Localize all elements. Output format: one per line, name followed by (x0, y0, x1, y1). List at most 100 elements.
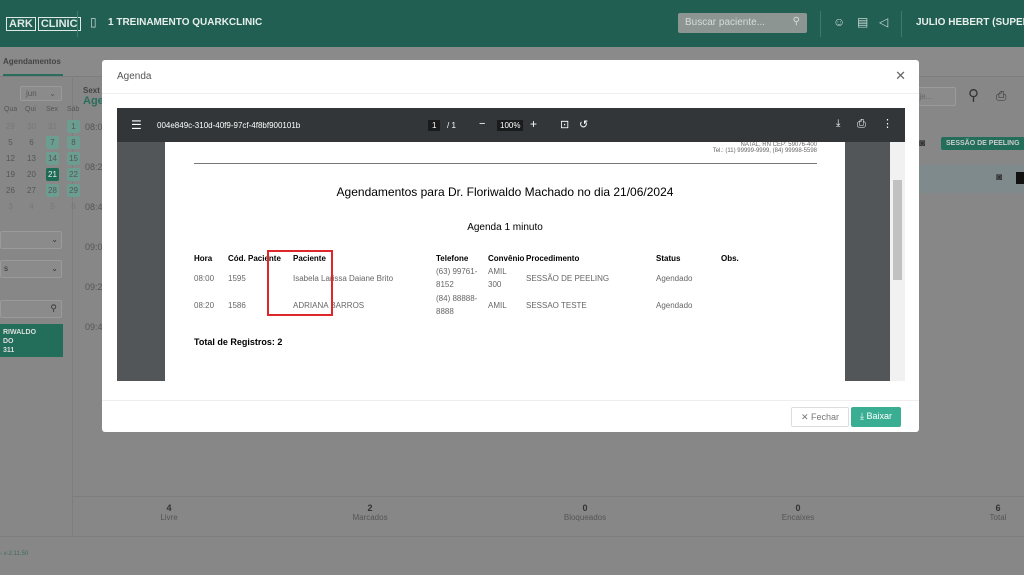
patient-search-input[interactable]: Buscar paciente... ⚲ (678, 13, 807, 33)
calendar-day[interactable]: 29 (67, 184, 80, 197)
zoom-out-button[interactable]: − (479, 118, 485, 130)
pdf-scrollbar[interactable] (890, 142, 905, 381)
scroll-thumb[interactable] (893, 180, 902, 280)
filter-select-2[interactable]: s ⌄ (0, 260, 62, 278)
calendar-day[interactable]: 8 (67, 136, 80, 149)
cell-telefone-2: 8888 (436, 307, 454, 316)
cell-hora: 08:00 (194, 274, 215, 283)
page-number-input[interactable]: 1 (428, 120, 441, 131)
pdf-viewer: ☰ 004e849c-310d-40f9-97cf-4f8bf900101b 1… (117, 108, 905, 381)
stat-label: Marcados (352, 513, 388, 522)
time-slot: 09:4 (85, 322, 103, 332)
calendar-day[interactable]: 13 (25, 152, 38, 165)
close-icon[interactable]: ✕ (895, 68, 906, 84)
calendar-day[interactable]: 5 (46, 200, 59, 213)
search-icon[interactable]: ⚲ (793, 16, 800, 27)
stat-label: Total (989, 513, 1007, 522)
more-options-icon[interactable]: ⋮ (882, 117, 893, 130)
stat-value: 2 (367, 503, 373, 513)
stat-label: Livre (160, 513, 178, 522)
zoom-level[interactable]: 100% (497, 120, 524, 131)
sidebar-search[interactable]: ⚲ (0, 300, 62, 318)
stat-value: 4 (166, 503, 172, 513)
user-menu[interactable]: JULIO HEBERT (SUPER US (916, 17, 1024, 28)
print-icon[interactable]: ⎙ (857, 118, 866, 131)
divider (820, 11, 821, 37)
weekday-label: Qua (4, 106, 18, 113)
rotate-icon[interactable]: ↺ (579, 118, 588, 131)
calendar-day[interactable]: 14 (46, 152, 59, 165)
calendar-day[interactable]: 26 (4, 184, 17, 197)
menu-icon[interactable]: ☰ (131, 118, 142, 132)
cell-telefone: (63) 99761- (436, 267, 478, 276)
download-icon[interactable]: ⤓ (836, 118, 840, 129)
column-header: Convênio (488, 254, 525, 263)
calendar-day[interactable]: 31 (46, 120, 59, 133)
stat-value: 0 (582, 503, 588, 513)
cell-codigo: 1595 (228, 274, 246, 283)
badge (1016, 172, 1024, 184)
filter-select-1[interactable]: ⌄ (0, 231, 62, 249)
cell-status: Agendado (656, 301, 693, 310)
calendar-day[interactable]: 1 (67, 120, 80, 133)
stat-livre: 4 Livre (129, 503, 209, 522)
calendar-day[interactable]: 21 (46, 168, 59, 181)
camera-icon[interactable]: ◙ (996, 172, 1002, 183)
stat-value: 6 (995, 503, 1001, 513)
logo[interactable]: ARK CLINIC (4, 13, 81, 34)
time-slot: 09:2 (85, 282, 103, 292)
clinic-name[interactable]: 1 TREINAMENTO QUARKCLINIC (108, 17, 262, 28)
megaphone-icon[interactable]: ◁ (879, 15, 888, 29)
page-total: / 1 (447, 121, 456, 130)
calendar-day[interactable]: 12 (4, 152, 17, 165)
search-icon[interactable]: ⚲ (968, 86, 979, 104)
calendar-day[interactable]: 7 (46, 136, 59, 149)
calendar-day[interactable]: 29 (4, 120, 17, 133)
clinic-address: NATAL, RN CEP: 59076-400 Tel.: (11) 99999… (712, 142, 817, 154)
divider (77, 11, 78, 37)
pdf-toolbar: ☰ 004e849c-310d-40f9-97cf-4f8bf900101b 1… (117, 108, 905, 142)
print-icon[interactable]: ⎙ (996, 88, 1006, 104)
calendar-day[interactable]: 27 (25, 184, 38, 197)
calendar-day[interactable]: 6 (25, 136, 38, 149)
tab-agendamentos[interactable]: Agendamentos (3, 57, 63, 76)
building-icon: ▯ (90, 15, 97, 29)
time-slot: 08:4 (85, 202, 103, 212)
calendar-day[interactable]: 28 (46, 184, 59, 197)
time-slot: 08:0 (85, 122, 103, 132)
download-button[interactable]: ⤓ Baixar (851, 407, 901, 427)
month-select[interactable]: jun ⌄ (20, 86, 62, 101)
calendar-day[interactable]: 6 (67, 200, 80, 213)
calendar-day[interactable]: 15 (67, 152, 80, 165)
top-header: ARK CLINIC ▯ 1 TREINAMENTO QUARKCLINIC Bu… (0, 0, 1024, 47)
calendar-day[interactable]: 22 (67, 168, 80, 181)
calendar-icon[interactable]: ▤ (857, 15, 868, 29)
agenda-title: Age (83, 95, 104, 107)
calendar-day[interactable]: 5 (4, 136, 17, 149)
cell-telefone-2: 8152 (436, 280, 454, 289)
appointment-row[interactable] (919, 165, 1024, 193)
doctor-card[interactable]: RIWALDO DO 311 (0, 324, 63, 357)
close-button[interactable]: ✕ Fechar (791, 407, 850, 427)
stat-label: Bloqueados (563, 513, 607, 522)
report-subtitle: Agenda 1 minuto (467, 222, 543, 233)
modal-title: Agenda (117, 71, 152, 82)
calendar-day[interactable]: 4 (25, 200, 38, 213)
column-header: Hora (194, 254, 213, 263)
cell-codigo: 1586 (228, 301, 246, 310)
fit-page-icon[interactable]: ⊡ (560, 118, 569, 131)
zoom-in-button[interactable]: + (530, 117, 537, 131)
highlight-box (267, 250, 333, 316)
procedure-badge: SESSÃO DE PEELING (941, 137, 1024, 150)
report-title: Agendamentos para Dr. Floriwaldo Machado… (336, 185, 674, 199)
camera-icon[interactable]: ◙ (919, 138, 925, 149)
calendar-day[interactable]: 19 (4, 168, 17, 181)
calendar-day[interactable]: 3 (4, 200, 17, 213)
total-records: Total de Registros: 2 (194, 337, 283, 347)
weekday-label: Qui (25, 106, 36, 113)
user-icon[interactable]: ☺ (833, 15, 845, 29)
calendar-day[interactable]: 20 (25, 168, 38, 181)
cell-procedimento: SESSÃO DE PEELING (526, 274, 610, 283)
calendar-day[interactable]: 30 (25, 120, 38, 133)
stat-bloqueados: 0 Bloqueados (545, 503, 625, 522)
